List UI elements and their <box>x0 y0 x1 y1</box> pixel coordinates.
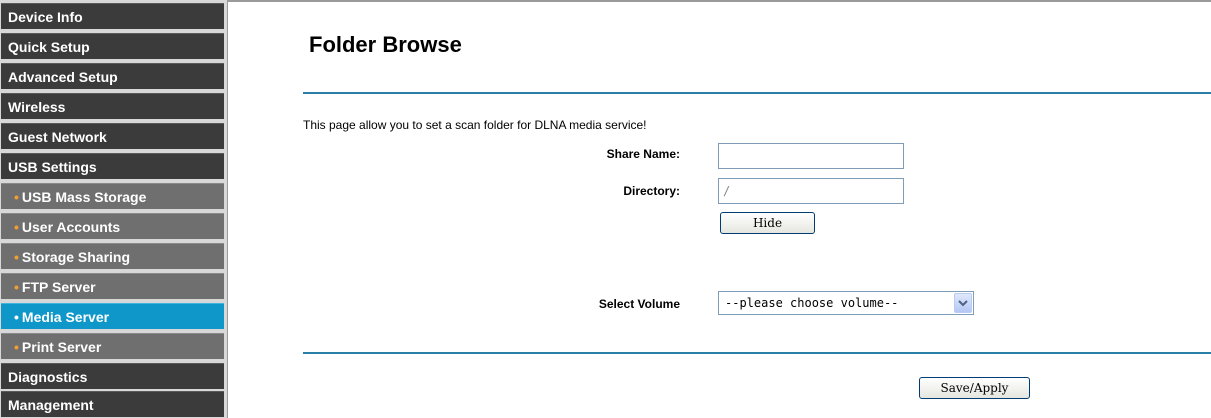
sidebar-item-label: Storage Sharing <box>21 249 131 265</box>
sidebar-item-wireless[interactable]: Wireless <box>1 93 224 119</box>
bullet-icon: • <box>14 309 19 325</box>
sidebar-item-guest-network[interactable]: Guest Network <box>1 123 224 149</box>
save-apply-button[interactable]: Save/Apply <box>919 377 1030 399</box>
select-volume-dropdown[interactable]: --please choose volume-- <box>718 291 974 315</box>
sidebar-item-storage-sharing[interactable]: • Storage Sharing <box>1 243 224 269</box>
sidebar-item-media-server[interactable]: • Media Server <box>1 303 224 329</box>
bullet-icon: • <box>14 339 19 355</box>
bottom-divider <box>303 352 1211 354</box>
bullet-icon: • <box>14 219 19 235</box>
sidebar-item-quick-setup[interactable]: Quick Setup <box>1 33 224 59</box>
sidebar-nav: Device Info Quick Setup Advanced Setup W… <box>0 0 228 418</box>
sidebar-item-advanced-setup[interactable]: Advanced Setup <box>1 63 224 89</box>
hide-button[interactable]: Hide <box>720 212 815 234</box>
directory-input[interactable] <box>718 178 904 204</box>
sidebar-item-label: User Accounts <box>21 219 121 235</box>
page: Device Info Quick Setup Advanced Setup W… <box>0 0 1211 418</box>
sidebar-item-label: Management <box>8 397 94 413</box>
bullet-icon: • <box>14 279 19 295</box>
sidebar-item-label: Wireless <box>8 99 66 115</box>
sidebar-item-management[interactable]: Management <box>1 391 224 417</box>
sidebar-item-print-server[interactable]: • Print Server <box>1 333 224 359</box>
bullet-icon: • <box>14 189 19 205</box>
chevron-down-icon[interactable] <box>954 293 972 313</box>
sidebar-item-label: Advanced Setup <box>8 69 118 85</box>
share-name-input[interactable] <box>718 143 904 169</box>
main-content: Folder Browse This page allow you to set… <box>229 2 1211 418</box>
sidebar-item-device-info[interactable]: Device Info <box>1 3 224 29</box>
sidebar-item-label: Guest Network <box>8 129 107 145</box>
select-volume-value: --please choose volume-- <box>725 296 899 310</box>
bullet-icon: • <box>14 249 19 265</box>
sidebar-item-usb-mass-storage[interactable]: • USB Mass Storage <box>1 183 224 209</box>
select-volume-label: Select Volume <box>598 297 680 311</box>
sidebar-item-label: Print Server <box>21 339 102 355</box>
sidebar-item-usb-settings[interactable]: USB Settings <box>1 153 224 179</box>
sidebar-item-label: USB Mass Storage <box>21 189 147 205</box>
sidebar-item-label: Device Info <box>8 9 83 25</box>
sidebar-item-label: FTP Server <box>21 279 96 295</box>
share-name-label: Share Name: <box>606 147 680 161</box>
sidebar-item-user-accounts[interactable]: • User Accounts <box>1 213 224 239</box>
sidebar-item-diagnostics[interactable]: Diagnostics <box>1 363 224 389</box>
sidebar-item-label: Media Server <box>21 309 110 325</box>
sidebar-item-label: USB Settings <box>8 159 97 175</box>
page-description: This page allow you to set a scan folder… <box>303 118 647 132</box>
sidebar-item-label: Diagnostics <box>8 369 88 385</box>
page-title: Folder Browse <box>309 32 462 57</box>
sidebar-item-label: Quick Setup <box>8 39 90 55</box>
directory-label: Directory: <box>623 184 680 198</box>
sidebar-item-ftp-server[interactable]: • FTP Server <box>1 273 224 299</box>
title-divider <box>303 92 1211 94</box>
